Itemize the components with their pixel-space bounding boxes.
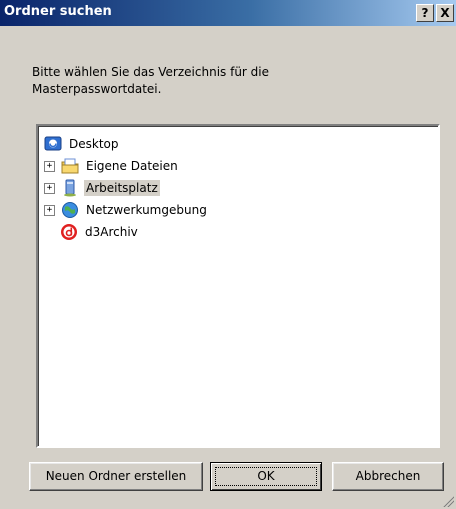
tree-item-arbeitsplatz[interactable]: + Arbeitsplatz (44, 178, 160, 198)
tree-item-label: Arbeitsplatz (84, 180, 160, 196)
expand-toggle[interactable]: + (44, 204, 55, 216)
tree-item-label: Eigene Dateien (86, 159, 178, 173)
my-documents-icon (61, 157, 79, 175)
tree-item-label: Desktop (69, 137, 119, 151)
tree-item-netzwerkumgebung[interactable]: + Netzwerkumgebung (44, 200, 209, 220)
tree-item-label: d3Archiv (85, 225, 138, 239)
tree-item-label: Netzwerkumgebung (86, 203, 207, 217)
instruction-text: Bitte wählen Sie das Verzeichnis für die… (32, 65, 269, 96)
d3archiv-icon (60, 223, 78, 241)
tree-item-eigene-dateien[interactable]: + Eigene Dateien (44, 156, 180, 176)
help-button[interactable]: ? (416, 4, 434, 22)
close-button[interactable]: X (436, 4, 454, 22)
my-computer-icon (61, 179, 79, 197)
title-bar[interactable]: Ordner suchen ? X (0, 0, 456, 26)
desktop-icon (44, 135, 62, 153)
resize-grip[interactable] (442, 495, 454, 507)
window-title: Ordner suchen (4, 4, 112, 19)
folder-tree[interactable]: Desktop + Eigene Dateien + Arbeitsplatz … (36, 124, 440, 448)
new-folder-button[interactable]: Neuen Ordner erstellen (29, 462, 203, 491)
tree-item-d3archiv[interactable]: d3Archiv (60, 222, 140, 242)
tree-item-desktop[interactable]: Desktop (44, 134, 121, 154)
browse-folder-dialog: Ordner suchen ? X Bitte wählen Sie das V… (0, 0, 456, 509)
ok-button[interactable]: OK (210, 462, 322, 491)
network-places-icon (61, 201, 79, 219)
focus-rectangle (215, 467, 317, 486)
expand-toggle[interactable]: + (44, 182, 55, 194)
cancel-button[interactable]: Abbrechen (332, 462, 444, 491)
expand-toggle[interactable]: + (44, 160, 55, 172)
